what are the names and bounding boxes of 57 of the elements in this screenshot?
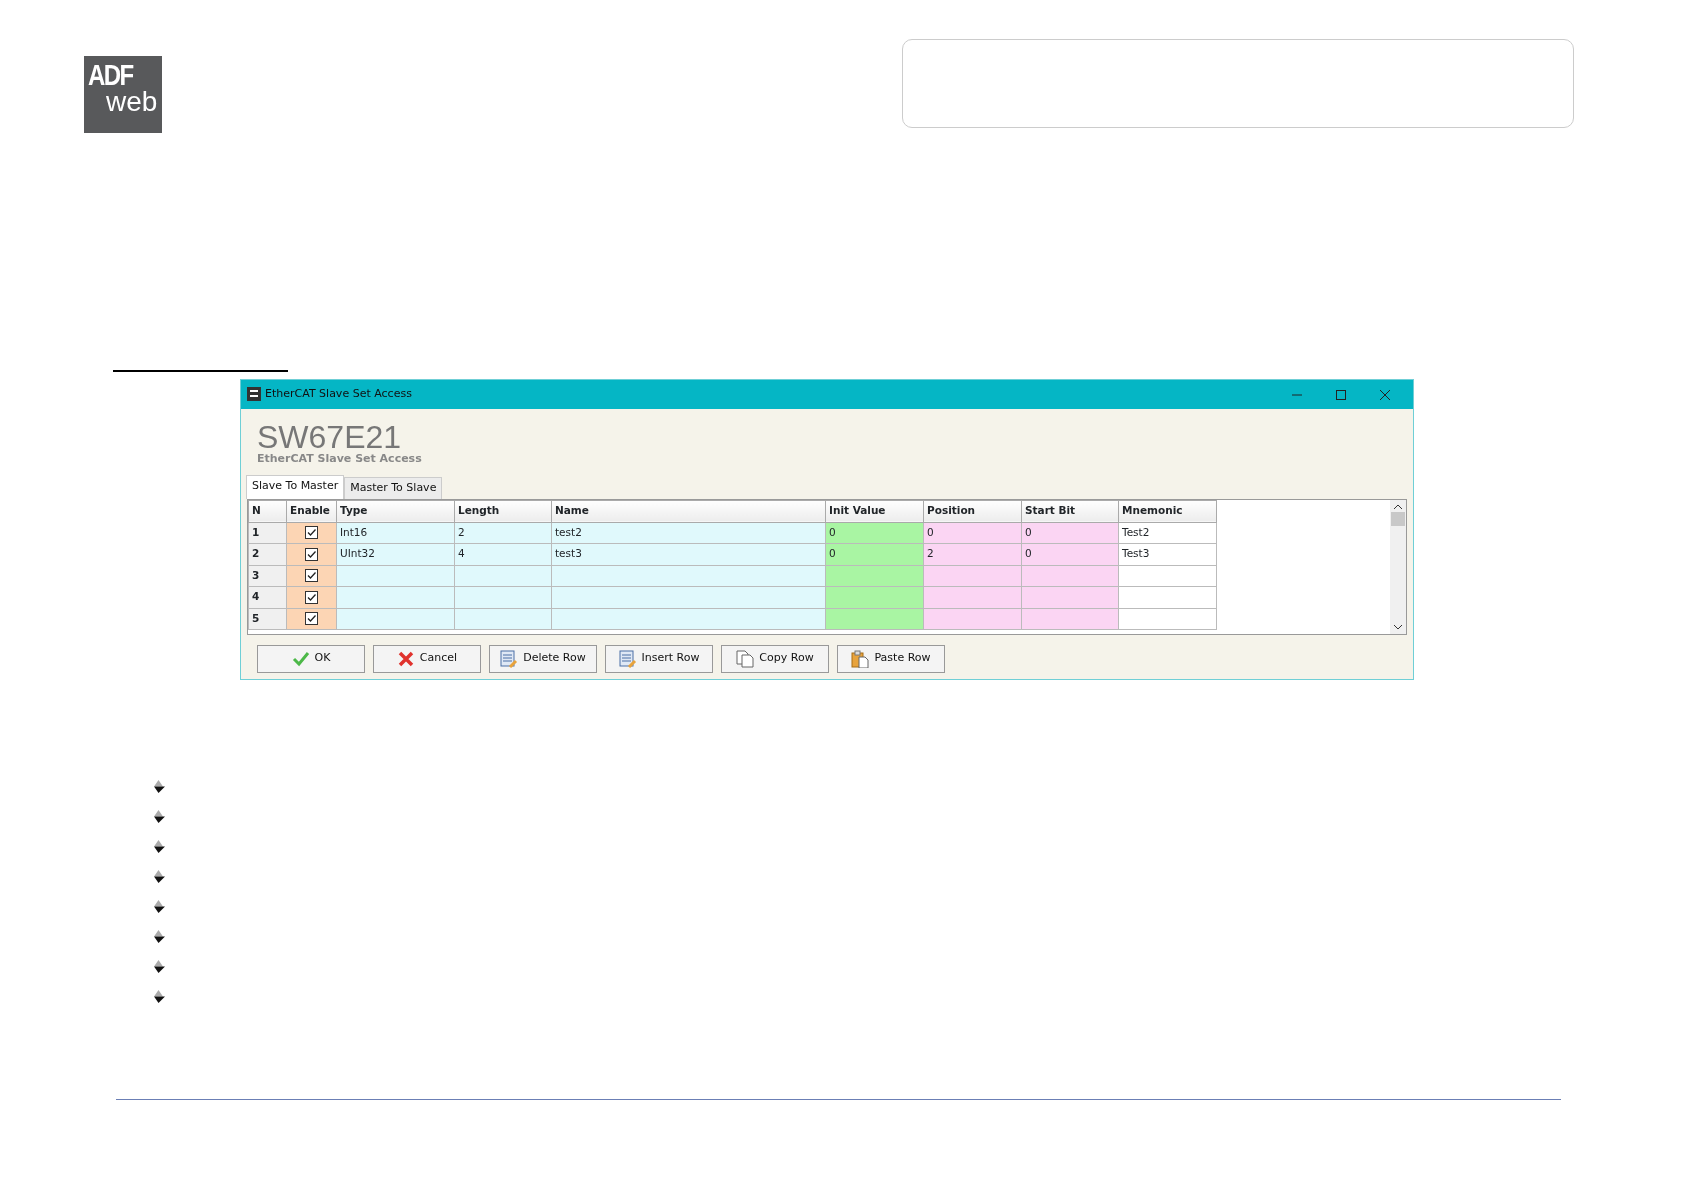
column-header: Init Value: [825, 500, 924, 523]
window-title: EtherCAT Slave Set Access: [265, 386, 413, 403]
scroll-thumb[interactable]: [1391, 511, 1405, 526]
check-icon: [291, 649, 310, 668]
checkbox[interactable]: [305, 526, 318, 540]
bullet-icon: [152, 870, 165, 883]
tab[interactable]: Slave To Master: [246, 475, 345, 499]
bullet-icon: [152, 780, 165, 793]
table-cell[interactable]: [551, 565, 826, 587]
bullet-icon: [152, 840, 165, 853]
cross-icon: [396, 649, 415, 668]
maximize-icon[interactable]: [1335, 388, 1347, 401]
bullet-icon: [152, 810, 165, 823]
table-pencil-icon: [500, 649, 519, 668]
row-number: 3: [248, 565, 287, 587]
column-header: Position: [923, 500, 1022, 523]
clipboard-icon: [851, 649, 870, 668]
table-pencil-icon: [618, 649, 637, 668]
scroll-up-icon[interactable]: [1393, 502, 1403, 511]
dialog-button[interactable]: Insert Row: [605, 644, 713, 673]
bullet-icon: [152, 990, 165, 1003]
dialog-button[interactable]: Copy Row: [721, 644, 829, 673]
column-header: Type: [336, 500, 455, 523]
logo: ADF web: [84, 56, 162, 133]
dialog-button[interactable]: OK: [257, 644, 365, 673]
dialog-subtitle: EtherCAT Slave Set Access: [257, 453, 423, 466]
table-cell[interactable]: test3: [551, 543, 826, 566]
bullet-icon: [152, 930, 165, 943]
table-cell[interactable]: [551, 608, 826, 630]
dialog-button[interactable]: Delete Row: [489, 644, 597, 673]
row-number: 4: [248, 586, 287, 609]
row-number: 2: [248, 543, 287, 566]
dialog-button[interactable]: Cancel: [373, 644, 481, 673]
product-code: SW67E21: [257, 421, 402, 453]
checkbox[interactable]: [305, 612, 318, 626]
scrollbar[interactable]: [1390, 499, 1406, 634]
column-header: Start Bit: [1021, 500, 1119, 523]
column-header: N: [248, 500, 287, 523]
bullet-icon: [152, 900, 165, 913]
close-icon[interactable]: [1379, 388, 1391, 401]
column-header: Length: [454, 500, 552, 523]
checkbox[interactable]: [305, 590, 318, 604]
checkbox[interactable]: [305, 547, 318, 561]
tab[interactable]: Master To Slave: [344, 477, 443, 499]
checkbox[interactable]: [305, 569, 318, 583]
pages-icon: [736, 649, 755, 668]
app-icon: [247, 386, 261, 403]
table-cell[interactable]: test2: [551, 522, 826, 544]
column-header: Enable: [286, 500, 337, 523]
table-cell[interactable]: [551, 586, 826, 609]
dialog-button[interactable]: Paste Row: [837, 644, 945, 673]
scroll-down-icon[interactable]: [1393, 622, 1403, 631]
column-header: Name: [551, 500, 826, 523]
row-number: 5: [248, 608, 287, 630]
column-header: Mnemonic: [1118, 500, 1217, 523]
bullet-icon: [152, 960, 165, 973]
row-number: 1: [248, 522, 287, 544]
